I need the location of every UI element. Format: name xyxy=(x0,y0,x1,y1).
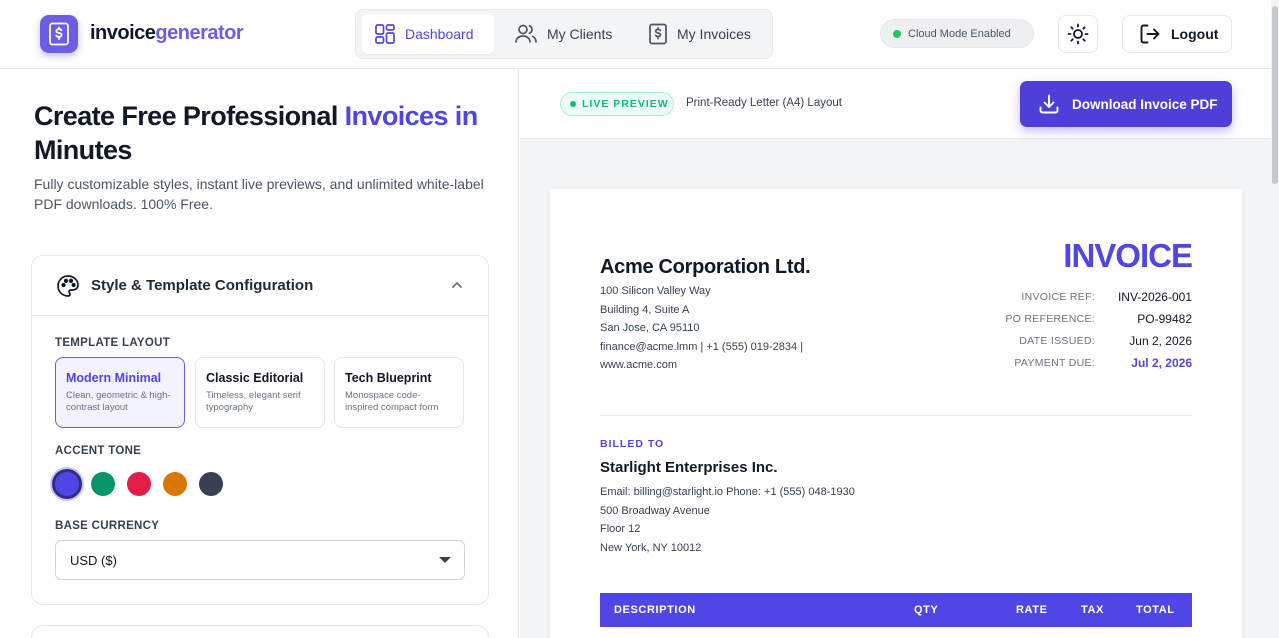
col-tax: TAX xyxy=(1081,604,1104,616)
template-card-tech-blueprint[interactable]: Tech Blueprint Monospace code-inspired c… xyxy=(334,357,464,428)
invoice-meta: INVOICE REF: INV-2026-001 PO REFERENCE: … xyxy=(962,286,1192,374)
meta-row: DATE ISSUED: Jun 2, 2026 xyxy=(1019,334,1192,348)
theme-toggle-button[interactable] xyxy=(1058,15,1098,53)
nav-item-dashboard[interactable]: Dashboard xyxy=(362,14,494,54)
preview-panel: LIVE PREVIEW Print-Ready Letter (A4) Lay… xyxy=(520,69,1271,638)
download-icon xyxy=(1039,94,1059,114)
chevron-down-icon xyxy=(439,557,451,563)
nav-item-my-invoices[interactable]: My Invoices xyxy=(636,14,768,54)
invoice-icon xyxy=(649,23,667,45)
invoice-title: INVOICE xyxy=(1063,237,1193,274)
main-nav: Dashboard My Clients My Invoices xyxy=(355,9,773,59)
nav-item-my-clients[interactable]: My Clients xyxy=(502,14,628,54)
billed-to-label: BILLED TO xyxy=(600,438,665,450)
live-preview-badge: LIVE PREVIEW xyxy=(560,92,674,116)
template-layout-label: TEMPLATE LAYOUT xyxy=(55,337,171,349)
layout-note: Print-Ready Letter (A4) Layout xyxy=(686,97,842,109)
template-card-classic-editorial[interactable]: Classic Editorial Timeless, elegant seri… xyxy=(195,357,325,428)
company-address: 100 Silicon Valley Way Building 4, Suite… xyxy=(600,285,804,371)
meta-row: INVOICE REF: INV-2026-001 xyxy=(1021,290,1192,304)
app-header: invoicegenerator Dashboard My Clients My… xyxy=(0,0,1279,69)
base-currency-label: BASE CURRENCY xyxy=(55,520,160,532)
chevron-up-icon[interactable] xyxy=(450,278,464,292)
invoice-divider xyxy=(600,415,1192,416)
status-dot-icon xyxy=(893,29,901,38)
cloud-mode-badge: Cloud Mode Enabled xyxy=(880,19,1034,48)
accent-swatch-emerald[interactable] xyxy=(91,472,115,496)
logo-icon[interactable] xyxy=(40,15,78,53)
template-card-modern-minimal[interactable]: Modern Minimal Clean, geometric & high-c… xyxy=(55,357,185,428)
invoice-table-header: DESCRIPTION QTY RATE TAX TOTAL xyxy=(600,593,1192,627)
col-total: TOTAL xyxy=(1136,604,1175,616)
palette-icon xyxy=(57,275,79,297)
company-name: Acme Corporation Ltd. xyxy=(600,256,811,278)
logout-button[interactable]: Logout xyxy=(1122,15,1232,53)
style-config-card: Style & Template Configuration TEMPLATE … xyxy=(31,255,489,605)
currency-select[interactable]: USD ($) xyxy=(55,540,465,580)
style-config-title: Style & Template Configuration xyxy=(91,277,314,294)
accent-swatch-amber[interactable] xyxy=(163,472,187,496)
client-name: Starlight Enterprises Inc. xyxy=(600,459,778,476)
users-icon xyxy=(515,24,537,43)
sun-icon xyxy=(1067,23,1089,45)
logo-text[interactable]: invoicegenerator xyxy=(90,22,244,45)
live-dot-icon xyxy=(570,101,576,107)
meta-row: PO REFERENCE: PO-99482 xyxy=(1005,312,1192,326)
accent-swatch-indigo[interactable] xyxy=(52,469,82,499)
page-scrollbar-thumb[interactable] xyxy=(1272,6,1278,184)
col-rate: RATE xyxy=(1016,604,1048,616)
next-config-card[interactable] xyxy=(31,625,489,638)
col-qty: QTY xyxy=(914,604,939,616)
invoice-paper: Acme Corporation Ltd. 100 Silicon Valley… xyxy=(550,189,1242,638)
dashboard-icon xyxy=(375,24,395,44)
download-pdf-button[interactable]: Download Invoice PDF xyxy=(1020,81,1232,127)
page-title: Create Free Professional Invoices in Min… xyxy=(34,101,478,165)
accent-swatch-slate[interactable] xyxy=(199,472,223,496)
preview-toolbar: LIVE PREVIEW Print-Ready Letter (A4) Lay… xyxy=(520,69,1271,139)
config-panel: Create Free Professional Invoices in Min… xyxy=(0,69,519,638)
accent-tone-label: ACCENT TONE xyxy=(55,445,142,457)
logout-icon xyxy=(1140,24,1160,44)
style-config-header[interactable]: Style & Template Configuration xyxy=(32,256,488,316)
col-description: DESCRIPTION xyxy=(614,604,696,616)
client-address: Email: billing@starlight.io Phone: +1 (5… xyxy=(600,486,855,554)
accent-swatch-rose[interactable] xyxy=(127,472,151,496)
meta-row: PAYMENT DUE: Jul 2, 2026 xyxy=(1014,356,1192,370)
page-subtitle: Fully customizable styles, instant live … xyxy=(34,176,484,212)
